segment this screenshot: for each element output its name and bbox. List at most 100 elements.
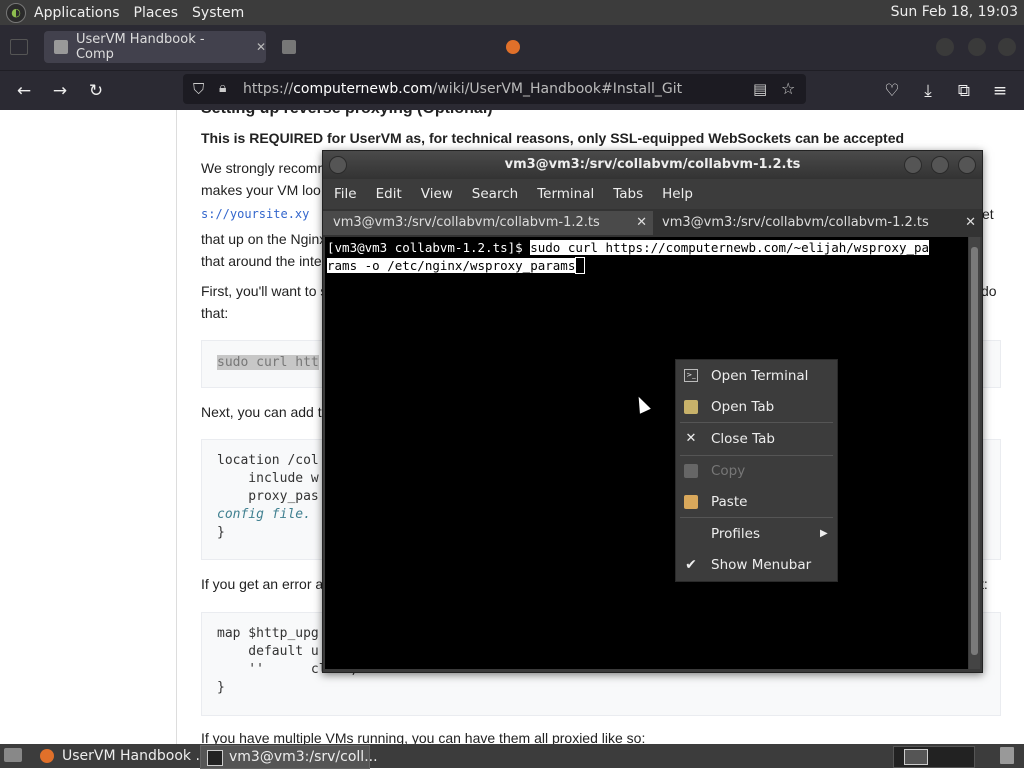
lock-icon[interactable]: 🔒︎ [219, 80, 226, 96]
browser-tab-3[interactable] [496, 31, 696, 63]
sidebar-divider [176, 110, 177, 744]
required-notice: This is REQUIRED for UserVM as, for tech… [201, 130, 905, 146]
menu-item-copy[interactable]: Copy [676, 456, 837, 486]
menu-applications[interactable]: Applications [34, 5, 120, 21]
menu-separator [680, 517, 833, 518]
close-tab-icon[interactable]: ✕ [965, 211, 976, 235]
menu-tabs[interactable]: Tabs [613, 186, 643, 202]
code-line: include w [217, 471, 319, 486]
url-text: https://computernewb.com/wiki/UserVM_Han… [243, 81, 683, 97]
extensions-icon[interactable]: ⧉ [952, 79, 976, 103]
distro-logo-icon[interactable]: ◐ [6, 2, 26, 23]
menu-item-paste[interactable]: Paste [676, 487, 837, 517]
terminal-tab-label: vm3@vm3:/srv/collabvm/collabvm-1.2.ts [333, 215, 600, 230]
workspace-switcher[interactable] [893, 746, 975, 768]
section-heading: Setting up reverse proxying (Optional) [201, 110, 493, 118]
terminal-context-menu: >_ Open Terminal Open Tab ✕ Close Tab Co… [675, 359, 838, 582]
window-close-button[interactable] [998, 38, 1016, 56]
menu-search[interactable]: Search [472, 186, 518, 202]
code-line: } [217, 680, 225, 695]
firefox-icon [506, 40, 520, 54]
terminal-maximize-button[interactable] [931, 156, 949, 174]
pocket-icon[interactable]: ♡ [880, 79, 904, 103]
menu-item-open-terminal[interactable]: >_ Open Terminal [676, 361, 837, 391]
tracking-shield-icon[interactable]: ⛉ [193, 80, 204, 98]
bookmark-star-icon[interactable]: ☆ [781, 79, 795, 98]
clock[interactable]: Sun Feb 18, 19:03 [891, 4, 1018, 20]
workspace-1[interactable] [904, 749, 928, 765]
terminal-tab-label: vm3@vm3:/srv/collabvm/collabvm-1.2.ts [662, 215, 929, 230]
taskbar-item-terminal[interactable]: vm3@vm3:/srv/coll... [200, 745, 378, 769]
tab-overview-icon[interactable] [10, 39, 28, 55]
paragraph-1-line5: that around the inte [201, 253, 322, 269]
submenu-arrow-icon: ▶ [820, 528, 828, 539]
inline-code: s://yoursite.xy [201, 207, 310, 221]
url-bar[interactable]: ⛉ 🔒︎ https://computernewb.com/wiki/UserV… [183, 74, 806, 104]
menu-system[interactable]: System [192, 5, 244, 21]
terminal-close-button[interactable] [958, 156, 976, 174]
paragraph-5: If you have multiple VMs running, you ca… [201, 730, 646, 744]
reader-view-icon[interactable]: ▤ [753, 80, 767, 98]
menu-view[interactable]: View [421, 186, 453, 202]
menu-item-open-tab[interactable]: Open Tab [676, 392, 837, 422]
terminal-menu-button[interactable] [329, 156, 347, 174]
selected-command: sudo curl https://computernewb.com/~elij… [530, 240, 930, 255]
shell-prompt: [vm3@vm3 collabvm-1.2.ts]$ [327, 240, 523, 255]
checkmark-icon: ✔ [685, 557, 697, 573]
new-tab-icon [684, 400, 698, 414]
menu-edit[interactable]: Edit [376, 186, 402, 202]
paragraph-4: If you get an error a [201, 576, 324, 592]
paragraph-2: First, you'll want to s [201, 283, 328, 299]
reload-button[interactable]: ↻ [84, 79, 108, 103]
copy-icon [684, 464, 698, 478]
selected-command-cont: rams -o /etc/nginx/wsproxy_params [327, 258, 576, 273]
paragraph-2-line2: that: [201, 305, 229, 321]
terminal-tab-bar: vm3@vm3:/srv/collabvm/collabvm-1.2.ts ✕ … [323, 209, 982, 237]
paragraph-1-line3-end: et [982, 206, 994, 222]
terminal-output[interactable]: [vm3@vm3 collabvm-1.2.ts]$ sudo curl htt… [325, 237, 968, 669]
terminal-tab-1[interactable]: vm3@vm3:/srv/collabvm/collabvm-1.2.ts ✕ [323, 211, 653, 235]
window-minimize-button[interactable] [936, 38, 954, 56]
menu-item-profiles[interactable]: Profiles ▶ [676, 519, 837, 549]
terminal-icon: >_ [684, 369, 698, 382]
trash-icon[interactable] [1000, 747, 1014, 764]
menu-item-close-tab[interactable]: ✕ Close Tab [676, 424, 837, 454]
site-favicon-icon [54, 40, 68, 54]
back-button[interactable]: ← [12, 79, 36, 103]
close-tab-icon[interactable]: ✕ [256, 40, 266, 54]
terminal-tab-2[interactable]: vm3@vm3:/srv/collabvm/collabvm-1.2.ts ✕ [652, 211, 982, 235]
paragraph-3: Next, you can add t [201, 404, 322, 420]
menu-help[interactable]: Help [662, 186, 693, 202]
window-maximize-button[interactable] [968, 38, 986, 56]
taskbar-item-browser[interactable]: UserVM Handbook ... [34, 745, 222, 767]
terminal-minimize-button[interactable] [904, 156, 922, 174]
paragraph-2-end: do [981, 283, 997, 299]
terminal-window[interactable]: vm3@vm3:/srv/collabvm/collabvm-1.2.ts Fi… [322, 150, 983, 673]
browser-tab-2[interactable] [272, 31, 472, 63]
menu-item-show-menubar[interactable]: ✔ Show Menubar [676, 550, 837, 580]
paragraph-1: We strongly recomm [201, 160, 330, 176]
terminal-scrollbar-thumb[interactable] [971, 247, 978, 655]
terminal-menubar: File Edit View Search Terminal Tabs Help [323, 179, 982, 209]
text-cursor [575, 257, 585, 274]
menu-places[interactable]: Places [134, 5, 179, 21]
close-tab-icon[interactable]: ✕ [636, 211, 647, 235]
show-desktop-icon[interactable] [4, 748, 22, 762]
code-line: location /col [217, 453, 319, 468]
paragraph-1-line4: that up on the Nginx [201, 231, 327, 247]
code-line: proxy_pas [217, 489, 319, 504]
browser-tab-title: UserVM Handbook - Comp [75, 32, 205, 62]
code-line: sudo curl htt [217, 355, 319, 370]
terminal-titlebar[interactable]: vm3@vm3:/srv/collabvm/collabvm-1.2.ts [323, 151, 982, 179]
menu-terminal[interactable]: Terminal [537, 186, 594, 202]
downloads-icon[interactable]: ⤓ [916, 79, 940, 103]
terminal-text: [vm3@vm3 collabvm-1.2.ts]$ sudo curl htt… [327, 239, 967, 275]
terminal-icon [207, 750, 223, 766]
browser-tab-active[interactable]: UserVM Handbook - Comp ✕ [44, 31, 266, 63]
code-line: } [217, 525, 225, 540]
site-favicon-icon [282, 40, 296, 54]
menu-file[interactable]: File [334, 186, 357, 202]
forward-button[interactable]: → [48, 79, 72, 103]
hamburger-menu-icon[interactable]: ≡ [988, 79, 1012, 103]
paste-icon [684, 495, 698, 509]
